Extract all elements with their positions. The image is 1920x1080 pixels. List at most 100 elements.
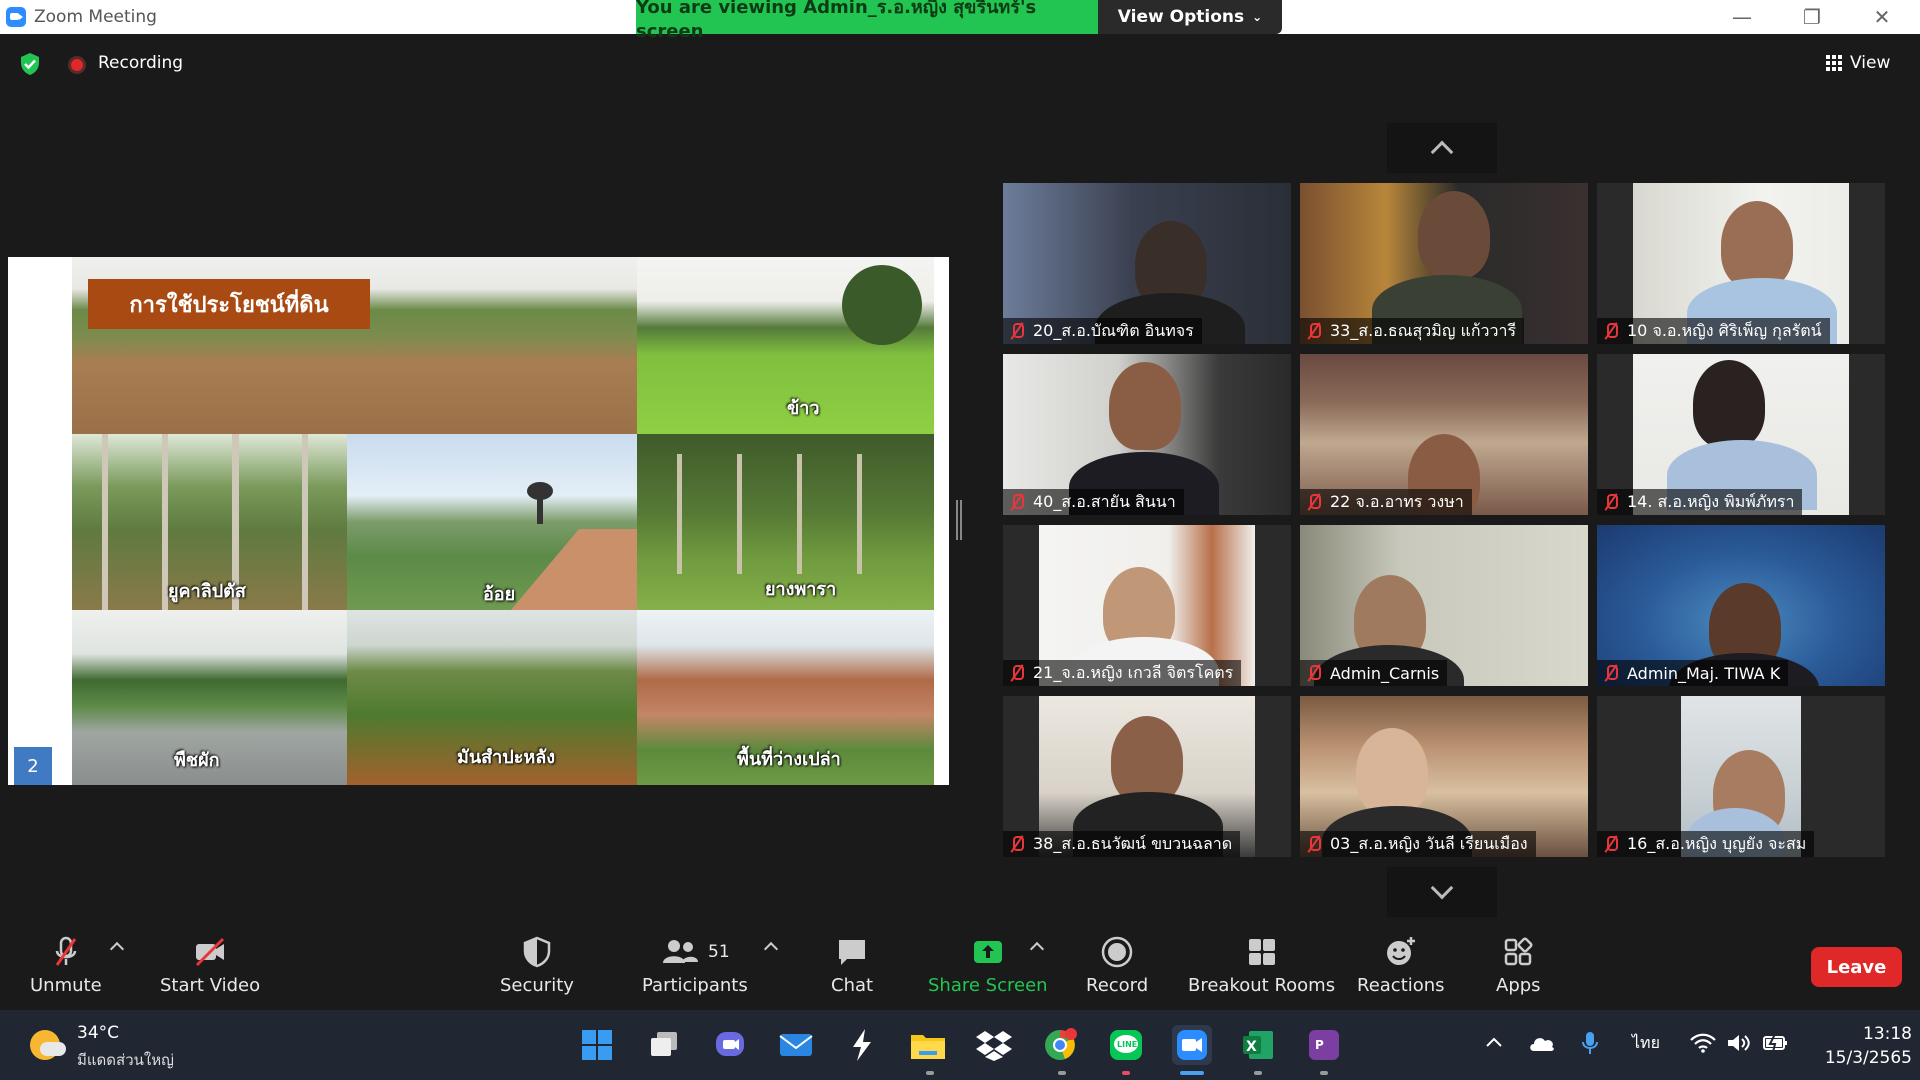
chat-button[interactable]: Chat — [831, 935, 873, 996]
taskbar-indicator — [1320, 1071, 1328, 1075]
slide-content: การใช้ประโยชน์ที่ดิน ข้าว ยูคาลิปตัส อ้อ… — [72, 257, 934, 785]
mic-muted-icon — [1009, 493, 1025, 511]
leave-meeting-button[interactable]: Leave — [1811, 947, 1902, 987]
view-button[interactable]: View — [1826, 46, 1910, 80]
participant-name: Admin_Maj. TIWA K — [1627, 663, 1781, 683]
mic-muted-icon — [1603, 664, 1619, 682]
record-label: Record — [1086, 975, 1149, 996]
lightning-app-icon[interactable] — [842, 1025, 882, 1065]
participant-tile[interactable]: 22 จ.อ.อาทร วงษา — [1300, 354, 1588, 515]
security-shield-icon — [523, 936, 551, 968]
photo-rubber: ยางพารา — [637, 434, 934, 610]
photo-sugarcane: อ้อย — [347, 434, 637, 610]
participant-tile[interactable]: 38_ส.อ.ธนวัฒน์ ขบวนฉลาด — [1003, 696, 1291, 857]
mic-muted-icon — [1009, 664, 1025, 682]
input-language[interactable]: ไทย — [1632, 1031, 1660, 1056]
record-icon — [1101, 936, 1133, 968]
viewing-screen-banner: You are viewing Admin_ร.อ.หญิง สุขรินทร์… — [636, 0, 1098, 42]
participant-tile[interactable]: 40_ส.อ.สายัน สินนา — [1003, 354, 1291, 515]
participant-tile[interactable]: 10 จ.อ.หญิง ศิริเพ็ญ กุลรัตน์ — [1597, 183, 1885, 344]
onedrive-cloud-icon[interactable] — [1528, 1034, 1556, 1056]
participant-name-bar: Admin_Maj. TIWA K — [1597, 660, 1789, 686]
participant-name-bar: Admin_Carnis — [1300, 660, 1448, 686]
teams-chat-icon[interactable] — [710, 1025, 750, 1065]
participant-tile[interactable]: 33_ส.อ.ธณสุวมิญ แก้ววารี — [1300, 183, 1588, 344]
start-video-label: Start Video — [160, 975, 261, 996]
photo-label-eucalyptus: ยูคาลิปตัส — [168, 581, 246, 602]
weather-partly-sunny-icon[interactable] — [30, 1030, 66, 1060]
recording-label: Recording — [98, 53, 184, 73]
zoom-logo-icon — [6, 7, 26, 27]
security-button[interactable]: Security — [500, 935, 574, 996]
reactions-emoji-icon — [1386, 937, 1415, 965]
apps-button[interactable]: Apps — [1496, 935, 1541, 996]
gallery-previous-page-button[interactable] — [1387, 123, 1497, 173]
record-button[interactable]: Record — [1086, 935, 1148, 996]
participant-tile[interactable]: 16_ส.อ.หญิง บุญยัง จะสม — [1597, 696, 1885, 857]
participant-tile[interactable]: Admin_Maj. TIWA K — [1597, 525, 1885, 686]
microphone-tray-icon[interactable] — [1580, 1030, 1600, 1060]
close-button[interactable]: ✕ — [1852, 0, 1912, 34]
participant-name-bar: 20_ส.อ.บัณฑิต อินทจร — [1003, 318, 1202, 344]
mic-muted-icon — [1306, 835, 1322, 853]
reactions-button[interactable]: Reactions — [1357, 935, 1445, 996]
resize-divider-handle[interactable] — [956, 500, 962, 540]
pdf-app-icon[interactable]: P — [1304, 1025, 1344, 1065]
security-label: Security — [500, 975, 574, 996]
clock-date[interactable]: 15/3/2565 — [1812, 1048, 1912, 1068]
minimize-button[interactable]: — — [1712, 0, 1772, 34]
clock-time[interactable]: 13:18 — [1852, 1024, 1912, 1044]
photo-empty-land: พื้นที่ว่างเปล่า — [637, 610, 934, 785]
participant-tile[interactable]: 21_จ.อ.หญิง เกวลี จิตรโคตร — [1003, 525, 1291, 686]
gallery-next-page-button[interactable] — [1387, 867, 1497, 917]
participants-button[interactable]: 51 Participants — [642, 935, 748, 996]
encryption-shield-icon[interactable] — [18, 52, 42, 76]
wifi-icon[interactable] — [1690, 1033, 1716, 1057]
weather-description[interactable]: มีแดดส่วนใหญ่ — [77, 1048, 174, 1072]
zoom-taskbar-icon[interactable] — [1172, 1025, 1212, 1065]
participant-tile[interactable]: Admin_Carnis — [1300, 525, 1588, 686]
dropbox-icon[interactable] — [974, 1025, 1014, 1065]
share-screen-button[interactable]: Share Screen — [928, 935, 1048, 996]
mic-muted-icon — [1009, 322, 1025, 340]
task-view-icon[interactable] — [644, 1025, 684, 1065]
taskbar-indicator — [926, 1071, 934, 1075]
shared-screen[interactable]: การใช้ประโยชน์ที่ดิน ข้าว ยูคาลิปตัส อ้อ… — [8, 257, 949, 785]
recording-icon[interactable] — [68, 56, 86, 74]
participant-name-bar: 40_ส.อ.สายัน สินนา — [1003, 489, 1184, 515]
photo-cassava: มันสำปะหลัง — [347, 610, 637, 785]
photo-label-sugarcane: อ้อย — [483, 584, 516, 605]
video-off-icon — [196, 937, 225, 967]
svg-text:X: X — [1246, 1039, 1257, 1055]
photo-rice: ข้าว — [637, 257, 934, 434]
unmute-label: Unmute — [30, 975, 102, 996]
mic-muted-icon — [1603, 493, 1619, 511]
battery-charging-icon[interactable] — [1762, 1033, 1790, 1057]
volume-icon[interactable] — [1726, 1033, 1752, 1057]
participant-tile[interactable]: 14. ส.อ.หญิง พิมพ์ภัทรา — [1597, 354, 1885, 515]
participant-name-bar: 03_ส.อ.หญิง วันลี เรียนเมือง — [1300, 831, 1536, 857]
excel-icon[interactable]: X — [1238, 1025, 1278, 1065]
chrome-icon[interactable] — [1040, 1025, 1080, 1065]
participant-tile[interactable]: 20_ส.อ.บัณฑิต อินทจร — [1003, 183, 1291, 344]
participants-icon — [663, 940, 699, 963]
windows-start-icon[interactable] — [577, 1025, 617, 1065]
breakout-rooms-label: Breakout Rooms — [1188, 975, 1336, 996]
participant-name: 38_ส.อ.ธนวัฒน์ ขบวนฉลาด — [1033, 833, 1233, 853]
start-video-button[interactable]: Start Video — [160, 935, 260, 996]
breakout-rooms-button[interactable]: Breakout Rooms — [1188, 935, 1335, 996]
mail-icon[interactable] — [776, 1025, 816, 1065]
maximize-button[interactable]: ❐ — [1782, 0, 1842, 34]
participant-name-bar: 16_ส.อ.หญิง บุญยัง จะสม — [1597, 831, 1815, 857]
tray-overflow-chevron-icon[interactable] — [1484, 1034, 1504, 1054]
view-options-button[interactable]: View Options ⌄ — [1098, 0, 1282, 34]
share-screen-label: Share Screen — [928, 975, 1048, 996]
mic-muted-icon — [1009, 835, 1025, 853]
mic-muted-icon — [1306, 322, 1322, 340]
line-app-icon[interactable]: LINE — [1106, 1025, 1146, 1065]
participant-tile[interactable]: 03_ส.อ.หญิง วันลี เรียนเมือง — [1300, 696, 1588, 857]
weather-temperature[interactable]: 34°C — [77, 1023, 119, 1043]
file-explorer-icon[interactable] — [908, 1025, 948, 1065]
unmute-button[interactable]: Unmute — [30, 935, 102, 996]
svg-text:LINE: LINE — [1117, 1040, 1137, 1049]
